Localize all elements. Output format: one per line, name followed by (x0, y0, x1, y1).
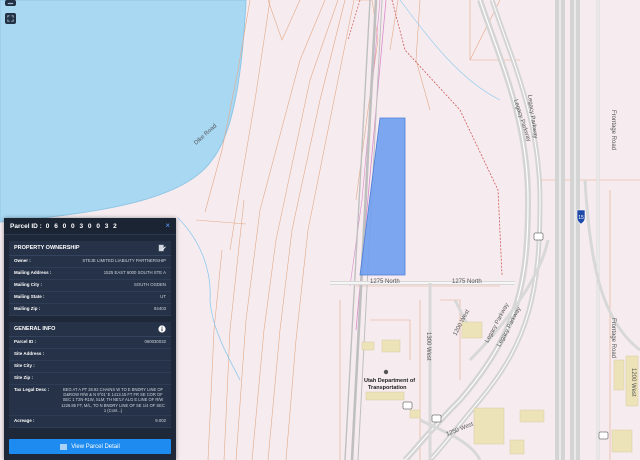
info-row: Site Address : (9, 349, 171, 361)
info-icon[interactable] (157, 325, 166, 334)
info-row-key: Tax Legal Desc : (14, 387, 50, 392)
interstate-shield: 15 (576, 209, 586, 225)
info-row-key: Site Zip : (14, 375, 33, 380)
info-row: Site City : (9, 361, 171, 373)
poi-label-line1: Utah Department of (364, 378, 415, 384)
info-row-value: 060030032 (144, 339, 166, 344)
info-row-key: Site Address : (14, 351, 45, 356)
info-row: Site Zip : (9, 373, 171, 385)
info-row-key: Site City : (14, 363, 35, 368)
info-row-value (60, 375, 166, 382)
label-1300-west: 1300 West (425, 332, 431, 361)
info-row-value: SOUTH OGDEN (134, 282, 166, 287)
info-row-value: 9.002 (155, 418, 166, 424)
info-row-key: Owner : (14, 258, 31, 263)
info-row-value: BEG AT A PT 28.92 CHAINS W TO E BNDRY LI… (61, 387, 165, 413)
general-heading: GENERAL INFO (9, 322, 171, 337)
info-row-value: STEJE LIMITED LIABILITY PARTNERSHIP (82, 258, 166, 263)
label-frontage-1: Frontage Road (610, 110, 616, 150)
panel-title: Parcel ID : (10, 222, 42, 230)
view-parcel-detail-label: View Parcel Detail (71, 443, 120, 450)
info-row-key: Mailing State : (14, 294, 45, 299)
info-row: Acreage : 9.002 (9, 416, 171, 429)
info-row-key: Mailing Address : (14, 270, 52, 275)
info-row-value: UT (160, 294, 166, 299)
info-row-key: Parcel ID : (14, 339, 37, 344)
expand-button[interactable] (5, 13, 16, 24)
close-icon[interactable]: × (165, 222, 170, 230)
info-row: Mailing Zip : 84403 (9, 304, 171, 316)
svg-text:15: 15 (578, 215, 584, 221)
ownership-heading-text: PROPERTY OWNERSHIP (14, 245, 80, 251)
info-row-value: 1525 EAST 6000 SOUTH STE A (103, 270, 166, 275)
label-1275-north-b: 1275 North (452, 279, 482, 285)
ownership-heading: PROPERTY OWNERSHIP (9, 241, 171, 256)
zoom-out-button[interactable] (5, 0, 16, 6)
table-icon (60, 443, 68, 450)
ownership-section: PROPERTY OWNERSHIP Owner : STEJE LIMITED … (9, 241, 171, 316)
panel-parcel-id: 0 6 0 0 3 0 0 3 2 (45, 222, 119, 230)
info-row-key: Mailing City : (14, 282, 42, 287)
poi-label-line2: Transportation (368, 385, 407, 391)
info-row: Tax Legal Desc : BEG AT A PT 28.92 CHAINS… (9, 385, 171, 417)
panel-header: Parcel ID : 0 6 0 0 3 0 0 3 2 × (4, 218, 176, 235)
info-row-key: Acreage : (14, 418, 35, 424)
label-frontage-2: Frontage Road (610, 318, 616, 358)
info-row-value (60, 351, 166, 358)
document-edit-icon[interactable] (157, 244, 166, 253)
info-row: Mailing Address : 1525 EAST 6000 SOUTH ST… (9, 268, 171, 280)
parcel-info-panel: Parcel ID : 0 6 0 0 3 0 0 3 2 × PROPERTY… (4, 218, 176, 460)
label-1200-west-b: 1200 West (630, 368, 636, 397)
info-row-key: Mailing Zip : (14, 306, 41, 311)
view-parcel-detail-button[interactable]: View Parcel Detail (9, 439, 171, 454)
expand-icon (7, 15, 14, 22)
info-row-value (60, 363, 166, 370)
label-1275-north-a: 1275 North (370, 279, 400, 285)
info-row: Mailing State : UT (9, 292, 171, 304)
info-row-value: 84403 (154, 306, 166, 311)
info-row: Owner : STEJE LIMITED LIABILITY PARTNERSH… (9, 256, 171, 268)
info-row: Mailing City : SOUTH OGDEN (9, 280, 171, 292)
general-heading-text: GENERAL INFO (14, 326, 56, 332)
info-row: Parcel ID : 060030032 (9, 337, 171, 349)
minus-icon (7, 2, 14, 4)
general-section: GENERAL INFO Parcel ID : 060030032 Site Ad… (9, 322, 171, 429)
